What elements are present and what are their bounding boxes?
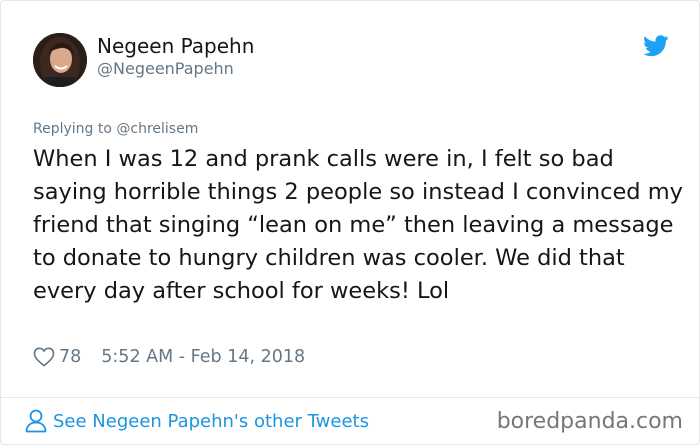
tweet-meta: 78 5:52 AM - Feb 14, 2018 [33, 345, 305, 369]
see-other-tweets-link[interactable]: See Negeen Papehn's other Tweets [25, 407, 369, 435]
display-name[interactable]: Negeen Papehn [97, 34, 254, 58]
replying-to-label: Replying to [33, 121, 112, 137]
twitter-bird-icon[interactable] [643, 35, 669, 57]
person-icon [25, 409, 47, 433]
avatar[interactable] [33, 33, 87, 87]
reply-handle-link[interactable]: @chrelisem [116, 121, 198, 137]
tweet-text: When I was 12 and prank calls were in, I… [33, 146, 683, 304]
footer-divider [1, 397, 700, 398]
replying-to: Replying to @chrelisem [33, 121, 198, 137]
like-count: 78 [59, 347, 82, 367]
user-handle[interactable]: @NegeenPapehn [97, 59, 234, 78]
watermark: boredpanda.com [496, 409, 683, 434]
avatar-photo [33, 33, 87, 87]
see-other-tweets-label: See Negeen Papehn's other Tweets [53, 410, 369, 432]
heart-icon[interactable] [33, 347, 55, 367]
timestamp[interactable]: 5:52 AM - Feb 14, 2018 [101, 347, 305, 367]
tweet-card: Negeen Papehn @NegeenPapehn Replying to … [0, 0, 700, 445]
